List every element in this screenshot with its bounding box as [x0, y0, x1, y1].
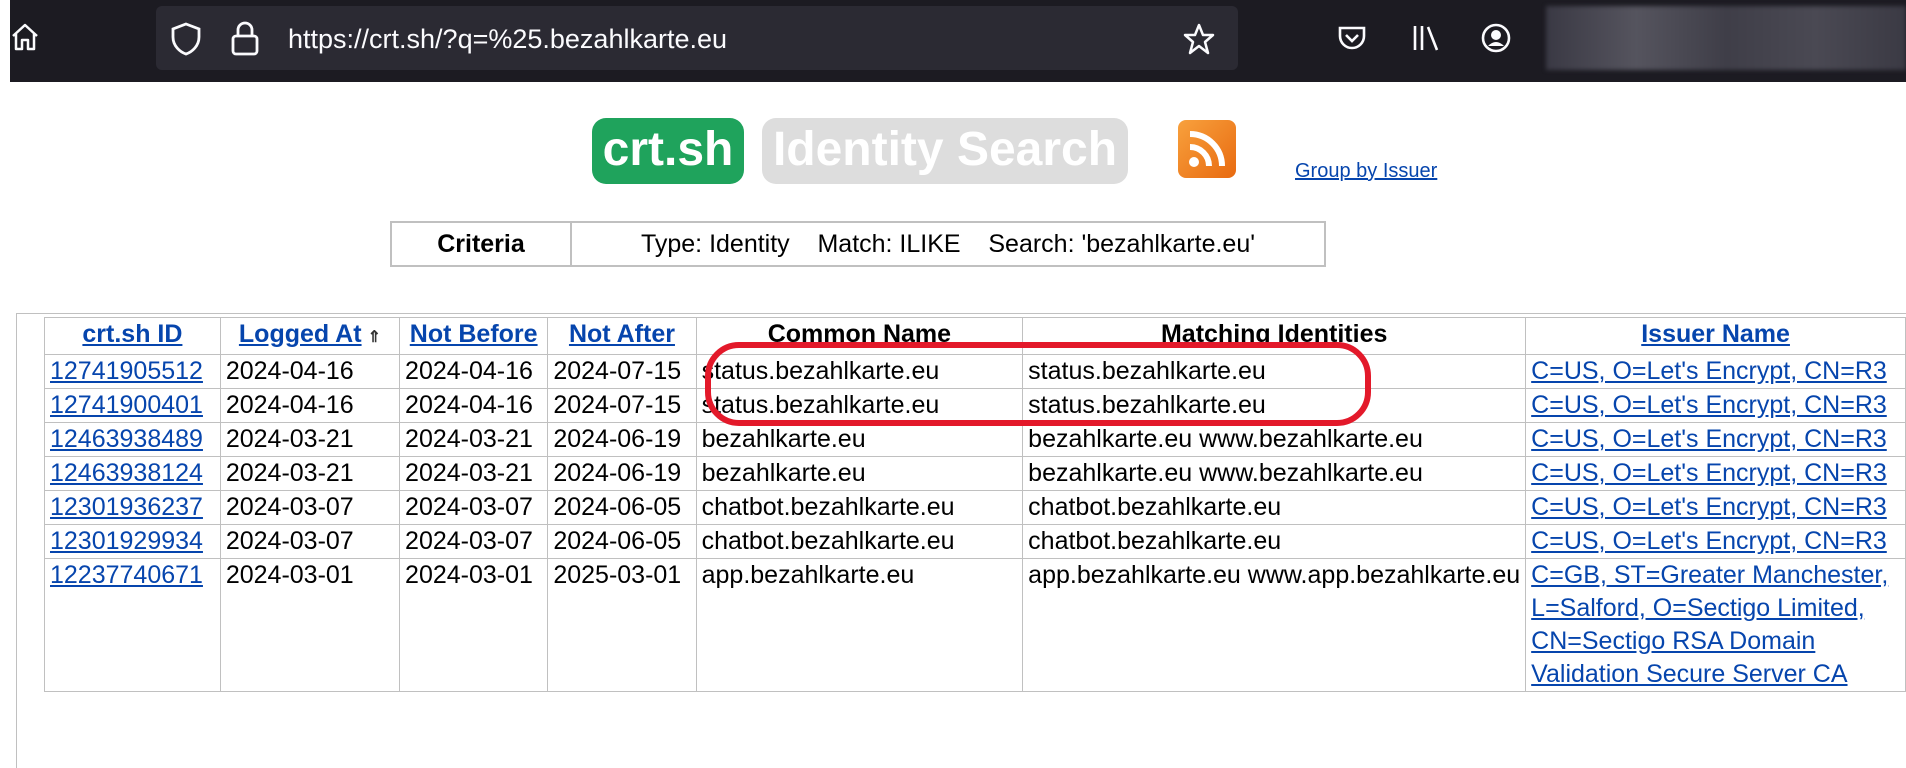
col-issuer-name[interactable]: Issuer Name [1525, 317, 1906, 355]
criteria-value: Type: Identity Match: ILIKE Search: 'bez… [640, 230, 1256, 258]
cell-matching-identities: chatbot.bezahlkarte.eu [1022, 524, 1527, 559]
cell-not-before: 2024-03-01 [399, 558, 549, 692]
cell-issuer-name[interactable]: C=US, O=Let's Encrypt, CN=R3 [1525, 524, 1906, 559]
table-header-row: crt.sh ID Logged At ⇑ Not Before Not Afte… [44, 317, 1906, 355]
identity-search-title: Identity Search [762, 118, 1128, 184]
cell-common-name: status.bezahlkarte.eu [695, 354, 1024, 389]
cell-crtsh-id[interactable]: 12741900401 [44, 388, 221, 423]
table-row: 12741905512 2024-04-16 2024-04-16 2024-07-1… [44, 354, 1906, 389]
cell-not-before: 2024-03-21 [399, 422, 549, 457]
cell-matching-identities: bezahlkarte.eu www.bezahlkarte.eu [1022, 422, 1527, 457]
blurred-toolbar-area [1546, 6, 1906, 70]
col-not-after[interactable]: Not After [547, 317, 697, 355]
table-row: 12463938124 2024-03-21 2024-03-21 2024-06-1… [44, 456, 1906, 491]
col-crtsh-id[interactable]: crt.sh ID [44, 317, 221, 355]
cell-not-before: 2024-04-16 [399, 354, 549, 389]
url-text[interactable]: https://crt.sh/?q=%25.bezahlkarte.eu [288, 24, 727, 55]
lock-icon[interactable] [230, 20, 260, 61]
cell-not-before: 2024-03-07 [399, 524, 549, 559]
cell-matching-identities: status.bezahlkarte.eu [1022, 354, 1527, 389]
cell-matching-identities: status.bezahlkarte.eu [1022, 388, 1527, 423]
cell-matching-identities: app.bezahlkarte.eu www.app.bezahlkarte.e… [1022, 558, 1527, 692]
cell-issuer-name[interactable]: C=GB, ST=Greater Manchester, L=Salford, … [1525, 558, 1906, 692]
cell-common-name: chatbot.bezahlkarte.eu [695, 524, 1024, 559]
cell-not-before: 2024-03-21 [399, 456, 549, 491]
cell-logged-at: 2024-03-07 [219, 524, 401, 559]
cell-logged-at: 2024-03-07 [219, 490, 401, 525]
cell-logged-at: 2024-03-01 [219, 558, 401, 692]
cell-crtsh-id[interactable]: 12463938124 [44, 456, 221, 491]
account-icon[interactable] [1480, 22, 1512, 59]
table-row: 12237740671 2024-03-01 2024-03-01 2025-03-0… [44, 558, 1906, 692]
cell-not-after: 2024-07-15 [547, 354, 697, 389]
table-row: 12301929934 2024-03-07 2024-03-07 2024-06-0… [44, 524, 1906, 559]
criteria-box: Criteria Type: Identity Match: ILIKE Sea… [390, 221, 1326, 267]
cell-logged-at: 2024-03-21 [219, 456, 401, 491]
cell-crtsh-id[interactable]: 12741905512 [44, 354, 221, 389]
cell-matching-identities: bezahlkarte.eu www.bezahlkarte.eu [1022, 456, 1527, 491]
cell-common-name: bezahlkarte.eu [695, 456, 1024, 491]
cell-crtsh-id[interactable]: 12237740671 [44, 558, 221, 692]
cell-not-after: 2025-03-01 [547, 558, 697, 692]
cell-common-name: bezahlkarte.eu [695, 422, 1024, 457]
cell-common-name: app.bezahlkarte.eu [695, 558, 1024, 692]
cell-logged-at: 2024-03-21 [219, 422, 401, 457]
sort-arrow-icon: ⇑ [367, 329, 381, 346]
table-row: 12741900401 2024-04-16 2024-04-16 2024-07-1… [44, 388, 1906, 423]
cell-common-name: status.bezahlkarte.eu [695, 388, 1024, 423]
criteria-label: Criteria [392, 223, 572, 265]
cell-crtsh-id[interactable]: 12301936237 [44, 490, 221, 525]
cell-issuer-name[interactable]: C=US, O=Let's Encrypt, CN=R3 [1525, 490, 1906, 525]
cell-crtsh-id[interactable]: 12301929934 [44, 524, 221, 559]
cell-not-before: 2024-04-16 [399, 388, 549, 423]
shield-icon[interactable] [170, 22, 202, 61]
cell-issuer-name[interactable]: C=US, O=Let's Encrypt, CN=R3 [1525, 422, 1906, 457]
col-matching-identities: Matching Identities [1022, 317, 1527, 355]
pocket-icon[interactable] [1336, 22, 1368, 59]
cell-logged-at: 2024-04-16 [219, 354, 401, 389]
rss-icon[interactable] [1178, 120, 1236, 178]
cell-not-before: 2024-03-07 [399, 490, 549, 525]
address-bar[interactable]: https://crt.sh/?q=%25.bezahlkarte.eu [156, 6, 1238, 70]
col-logged-at[interactable]: Logged At ⇑ [219, 317, 401, 355]
cell-not-after: 2024-07-15 [547, 388, 697, 423]
cell-crtsh-id[interactable]: 12463938489 [44, 422, 221, 457]
group-by-issuer-link[interactable]: Group by Issuer [1295, 160, 1437, 183]
library-icon[interactable] [1410, 22, 1442, 59]
cell-issuer-name[interactable]: C=US, O=Let's Encrypt, CN=R3 [1525, 388, 1906, 423]
cell-common-name: chatbot.bezahlkarte.eu [695, 490, 1024, 525]
col-common-name: Common Name [695, 317, 1024, 355]
browser-toolbar: https://crt.sh/?q=%25.bezahlkarte.eu [10, 0, 1906, 82]
cell-not-after: 2024-06-05 [547, 490, 697, 525]
star-icon[interactable] [1182, 22, 1216, 61]
table-row: 12301936237 2024-03-07 2024-03-07 2024-06-0… [44, 490, 1906, 525]
cell-matching-identities: chatbot.bezahlkarte.eu [1022, 490, 1527, 525]
col-not-before[interactable]: Not Before [399, 317, 549, 355]
cell-logged-at: 2024-04-16 [219, 388, 401, 423]
cell-issuer-name[interactable]: C=US, O=Let's Encrypt, CN=R3 [1525, 354, 1906, 389]
crtsh-logo[interactable]: crt.sh [592, 118, 744, 184]
cell-issuer-name[interactable]: C=US, O=Let's Encrypt, CN=R3 [1525, 456, 1906, 491]
results-table: crt.sh ID Logged At ⇑ Not Before Not Afte… [44, 317, 1906, 692]
home-icon[interactable] [10, 22, 50, 62]
cell-not-after: 2024-06-05 [547, 524, 697, 559]
table-row: 12463938489 2024-03-21 2024-03-21 2024-06-1… [44, 422, 1906, 457]
cell-not-after: 2024-06-19 [547, 422, 697, 457]
cell-not-after: 2024-06-19 [547, 456, 697, 491]
